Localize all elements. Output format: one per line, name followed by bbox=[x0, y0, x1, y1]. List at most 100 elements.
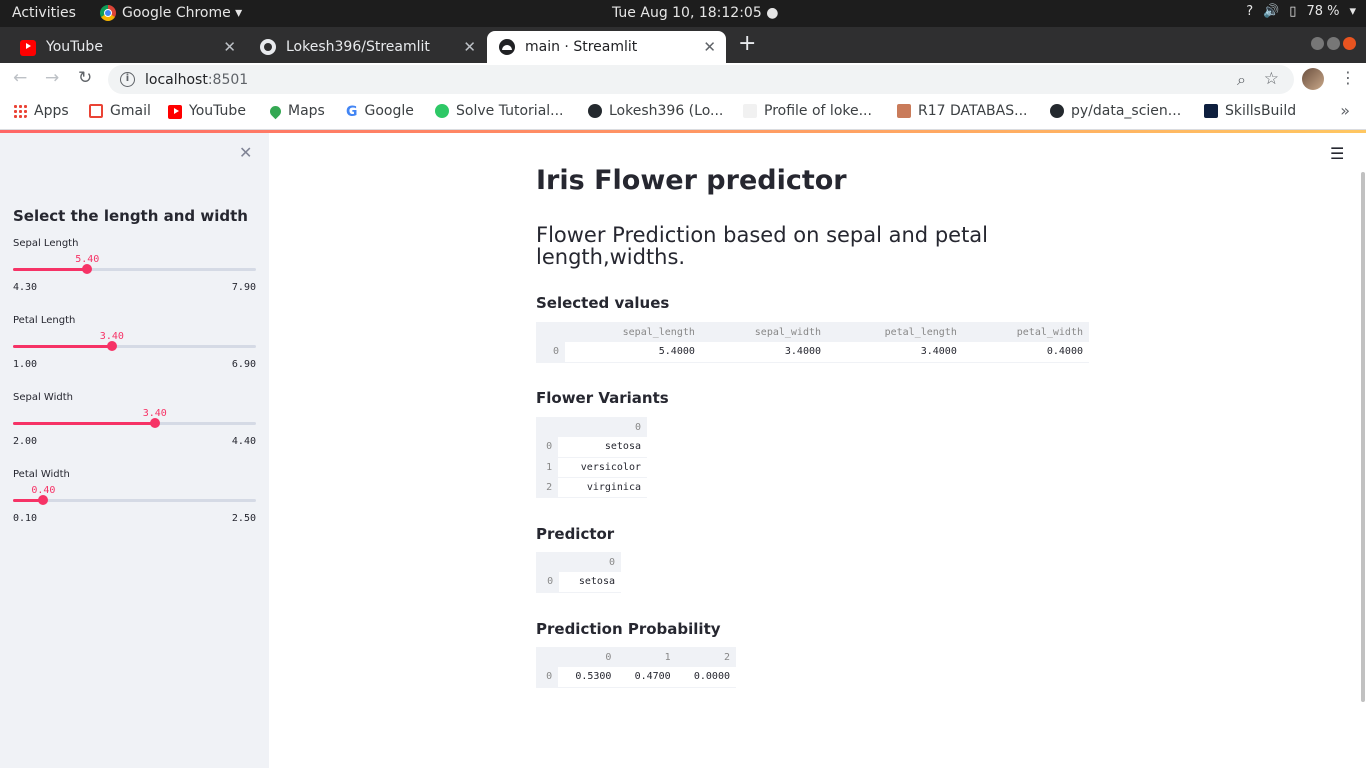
activities-button[interactable]: Activities bbox=[12, 5, 76, 21]
table-cell[interactable]: 3.4000 bbox=[827, 342, 963, 363]
app-menu[interactable]: Google Chrome ▾ bbox=[100, 5, 242, 21]
forward-arrow-icon[interactable]: → bbox=[45, 68, 59, 88]
slider-petal-width: Petal Width 0.40 0.10 2.50 bbox=[13, 469, 256, 535]
table-cell[interactable]: 0.0000 bbox=[676, 667, 736, 688]
close-icon[interactable]: ✕ bbox=[463, 38, 476, 56]
bookmark-skillsbuild[interactable]: SkillsBuild bbox=[1204, 103, 1296, 119]
close-window-icon[interactable] bbox=[1343, 37, 1356, 50]
tab-label: Lokesh396/Streamlit bbox=[286, 39, 430, 55]
tab-youtube[interactable]: YouTube ✕ bbox=[8, 31, 246, 63]
column-header[interactable]: 2 bbox=[676, 647, 736, 667]
close-icon[interactable]: ✕ bbox=[223, 38, 236, 56]
bookmarks-overflow-icon[interactable]: » bbox=[1340, 101, 1350, 120]
column-header[interactable]: 0 bbox=[558, 647, 618, 667]
column-header[interactable]: sepal_length bbox=[565, 322, 701, 342]
reload-icon[interactable]: ↻ bbox=[78, 68, 92, 88]
bookmark-star-icon[interactable]: ☆ bbox=[1264, 69, 1279, 89]
tab-label: YouTube bbox=[46, 39, 103, 55]
maximize-icon[interactable] bbox=[1327, 37, 1340, 50]
tab-label: main · Streamlit bbox=[525, 39, 638, 55]
volume-icon[interactable]: 🔊 bbox=[1263, 4, 1279, 19]
slider-track[interactable] bbox=[13, 418, 256, 428]
gmail-icon bbox=[89, 104, 103, 118]
table-cell[interactable]: 0.4700 bbox=[617, 667, 677, 688]
tab-github[interactable]: Lokesh396/Streamlit ✕ bbox=[248, 31, 486, 63]
apps-grid-icon bbox=[13, 104, 27, 118]
bookmark-gmail[interactable]: Gmail bbox=[89, 103, 151, 119]
table-header-row: 012 bbox=[536, 647, 736, 667]
slider-track[interactable] bbox=[13, 264, 256, 274]
battery-level: 78 % bbox=[1306, 4, 1340, 19]
bookmark-lokesh396[interactable]: Lokesh396 (Lo... bbox=[588, 103, 723, 119]
bookmark-youtube[interactable]: YouTube bbox=[168, 103, 246, 119]
column-header[interactable]: petal_width bbox=[962, 322, 1089, 342]
bookmark-label: Apps bbox=[34, 103, 69, 119]
slider-max: 7.90 bbox=[231, 282, 256, 293]
column-header[interactable]: 0 bbox=[558, 417, 647, 437]
column-header[interactable]: petal_length bbox=[827, 322, 963, 342]
table-row: 0 setosa bbox=[536, 572, 621, 593]
bookmark-r17-database[interactable]: R17 DATABAS... bbox=[897, 103, 1027, 119]
scrollbar[interactable] bbox=[1361, 172, 1365, 702]
bookmark-label: Solve Tutorial... bbox=[456, 103, 564, 119]
table-cell[interactable]: virginica bbox=[558, 477, 647, 498]
slider-track[interactable] bbox=[13, 495, 256, 505]
table-cell[interactable]: 5.4000 bbox=[565, 342, 701, 363]
table-cell[interactable]: versicolor bbox=[558, 457, 647, 478]
back-arrow-icon[interactable]: ← bbox=[13, 68, 27, 88]
zoom-icon[interactable]: ⌕ bbox=[1237, 70, 1246, 90]
slider-thumb[interactable] bbox=[106, 341, 117, 351]
profile-avatar[interactable] bbox=[1302, 68, 1324, 90]
table-cell[interactable]: 0.5300 bbox=[558, 667, 618, 688]
close-sidebar-icon[interactable]: ✕ bbox=[239, 143, 252, 162]
slider-thumb[interactable] bbox=[38, 495, 49, 505]
table-cell[interactable]: setosa bbox=[558, 437, 647, 458]
slider-thumb[interactable] bbox=[149, 418, 160, 428]
row-index: 0 bbox=[536, 342, 566, 363]
tab-streamlit[interactable]: main · Streamlit ✕ bbox=[487, 31, 726, 63]
slider-thumb[interactable] bbox=[82, 264, 93, 274]
bookmark-google[interactable]: G Google bbox=[346, 103, 414, 120]
minimize-icon[interactable] bbox=[1311, 37, 1324, 50]
slider-track[interactable] bbox=[13, 341, 256, 351]
browser-toolbar: ← → ↻ i localhost:8501 ⌕ ☆ ⋮ bbox=[0, 63, 1366, 96]
table-row: 0 0.5300 0.4700 0.0000 bbox=[536, 667, 736, 688]
slider-petal-length: Petal Length 3.40 1.00 6.90 bbox=[13, 315, 256, 381]
table-row: 0 setosa bbox=[536, 437, 647, 458]
table-cell[interactable]: 0.4000 bbox=[962, 342, 1089, 363]
bookmark-maps[interactable]: Maps bbox=[267, 103, 325, 119]
info-icon[interactable]: i bbox=[120, 72, 135, 87]
prediction-probability-table: 0 1 2 0 0.5300 0.4700 0.0000 bbox=[536, 647, 736, 688]
new-tab-button[interactable]: + bbox=[738, 31, 756, 56]
avatar-icon bbox=[897, 104, 911, 118]
bookmark-py-data-science[interactable]: py/data_scien... bbox=[1050, 103, 1181, 119]
table-header-row: sepal_length sepal_width petal_length petal… bbox=[536, 322, 1089, 342]
chevron-down-icon[interactable]: ▾ bbox=[1349, 4, 1356, 19]
table-cell[interactable]: setosa bbox=[559, 572, 621, 593]
column-header[interactable]: 0 bbox=[559, 552, 621, 572]
prediction-probability-header: Prediction Probability bbox=[536, 620, 721, 638]
slider-fill bbox=[13, 268, 88, 271]
system-tray[interactable]: ? 🔊 ▯ 78 % ▾ bbox=[1246, 4, 1356, 19]
battery-icon[interactable]: ▯ bbox=[1289, 4, 1296, 19]
table-cell[interactable]: 3.4000 bbox=[700, 342, 828, 363]
more-menu-icon[interactable]: ⋮ bbox=[1340, 68, 1356, 87]
address-bar[interactable]: i localhost:8501 ⌕ ☆ bbox=[108, 65, 1294, 94]
slider-max: 2.50 bbox=[231, 513, 256, 524]
bookmark-label: SkillsBuild bbox=[1225, 103, 1297, 119]
bookmark-solve-tutorial[interactable]: Solve Tutorial... bbox=[435, 103, 564, 119]
bookmark-label: Lokesh396 (Lo... bbox=[609, 103, 724, 119]
hamburger-menu-icon[interactable]: ☰ bbox=[1330, 144, 1344, 163]
clock[interactable]: Tue Aug 10, 18:12:05 ● bbox=[612, 5, 778, 21]
close-icon[interactable]: ✕ bbox=[703, 38, 716, 56]
bookmark-apps[interactable]: Apps bbox=[13, 103, 69, 119]
bookmark-profile[interactable]: Profile of loke... bbox=[743, 103, 872, 119]
bookmark-label: py/data_scien... bbox=[1071, 103, 1182, 119]
google-g-icon: G bbox=[346, 104, 358, 120]
predictor-table: 0 0 setosa bbox=[536, 552, 621, 593]
column-header[interactable]: sepal_width bbox=[700, 322, 828, 342]
column-header[interactable]: 1 bbox=[617, 647, 677, 667]
hackerrank-icon bbox=[435, 104, 449, 118]
youtube-icon bbox=[168, 105, 182, 119]
help-icon[interactable]: ? bbox=[1246, 4, 1253, 19]
